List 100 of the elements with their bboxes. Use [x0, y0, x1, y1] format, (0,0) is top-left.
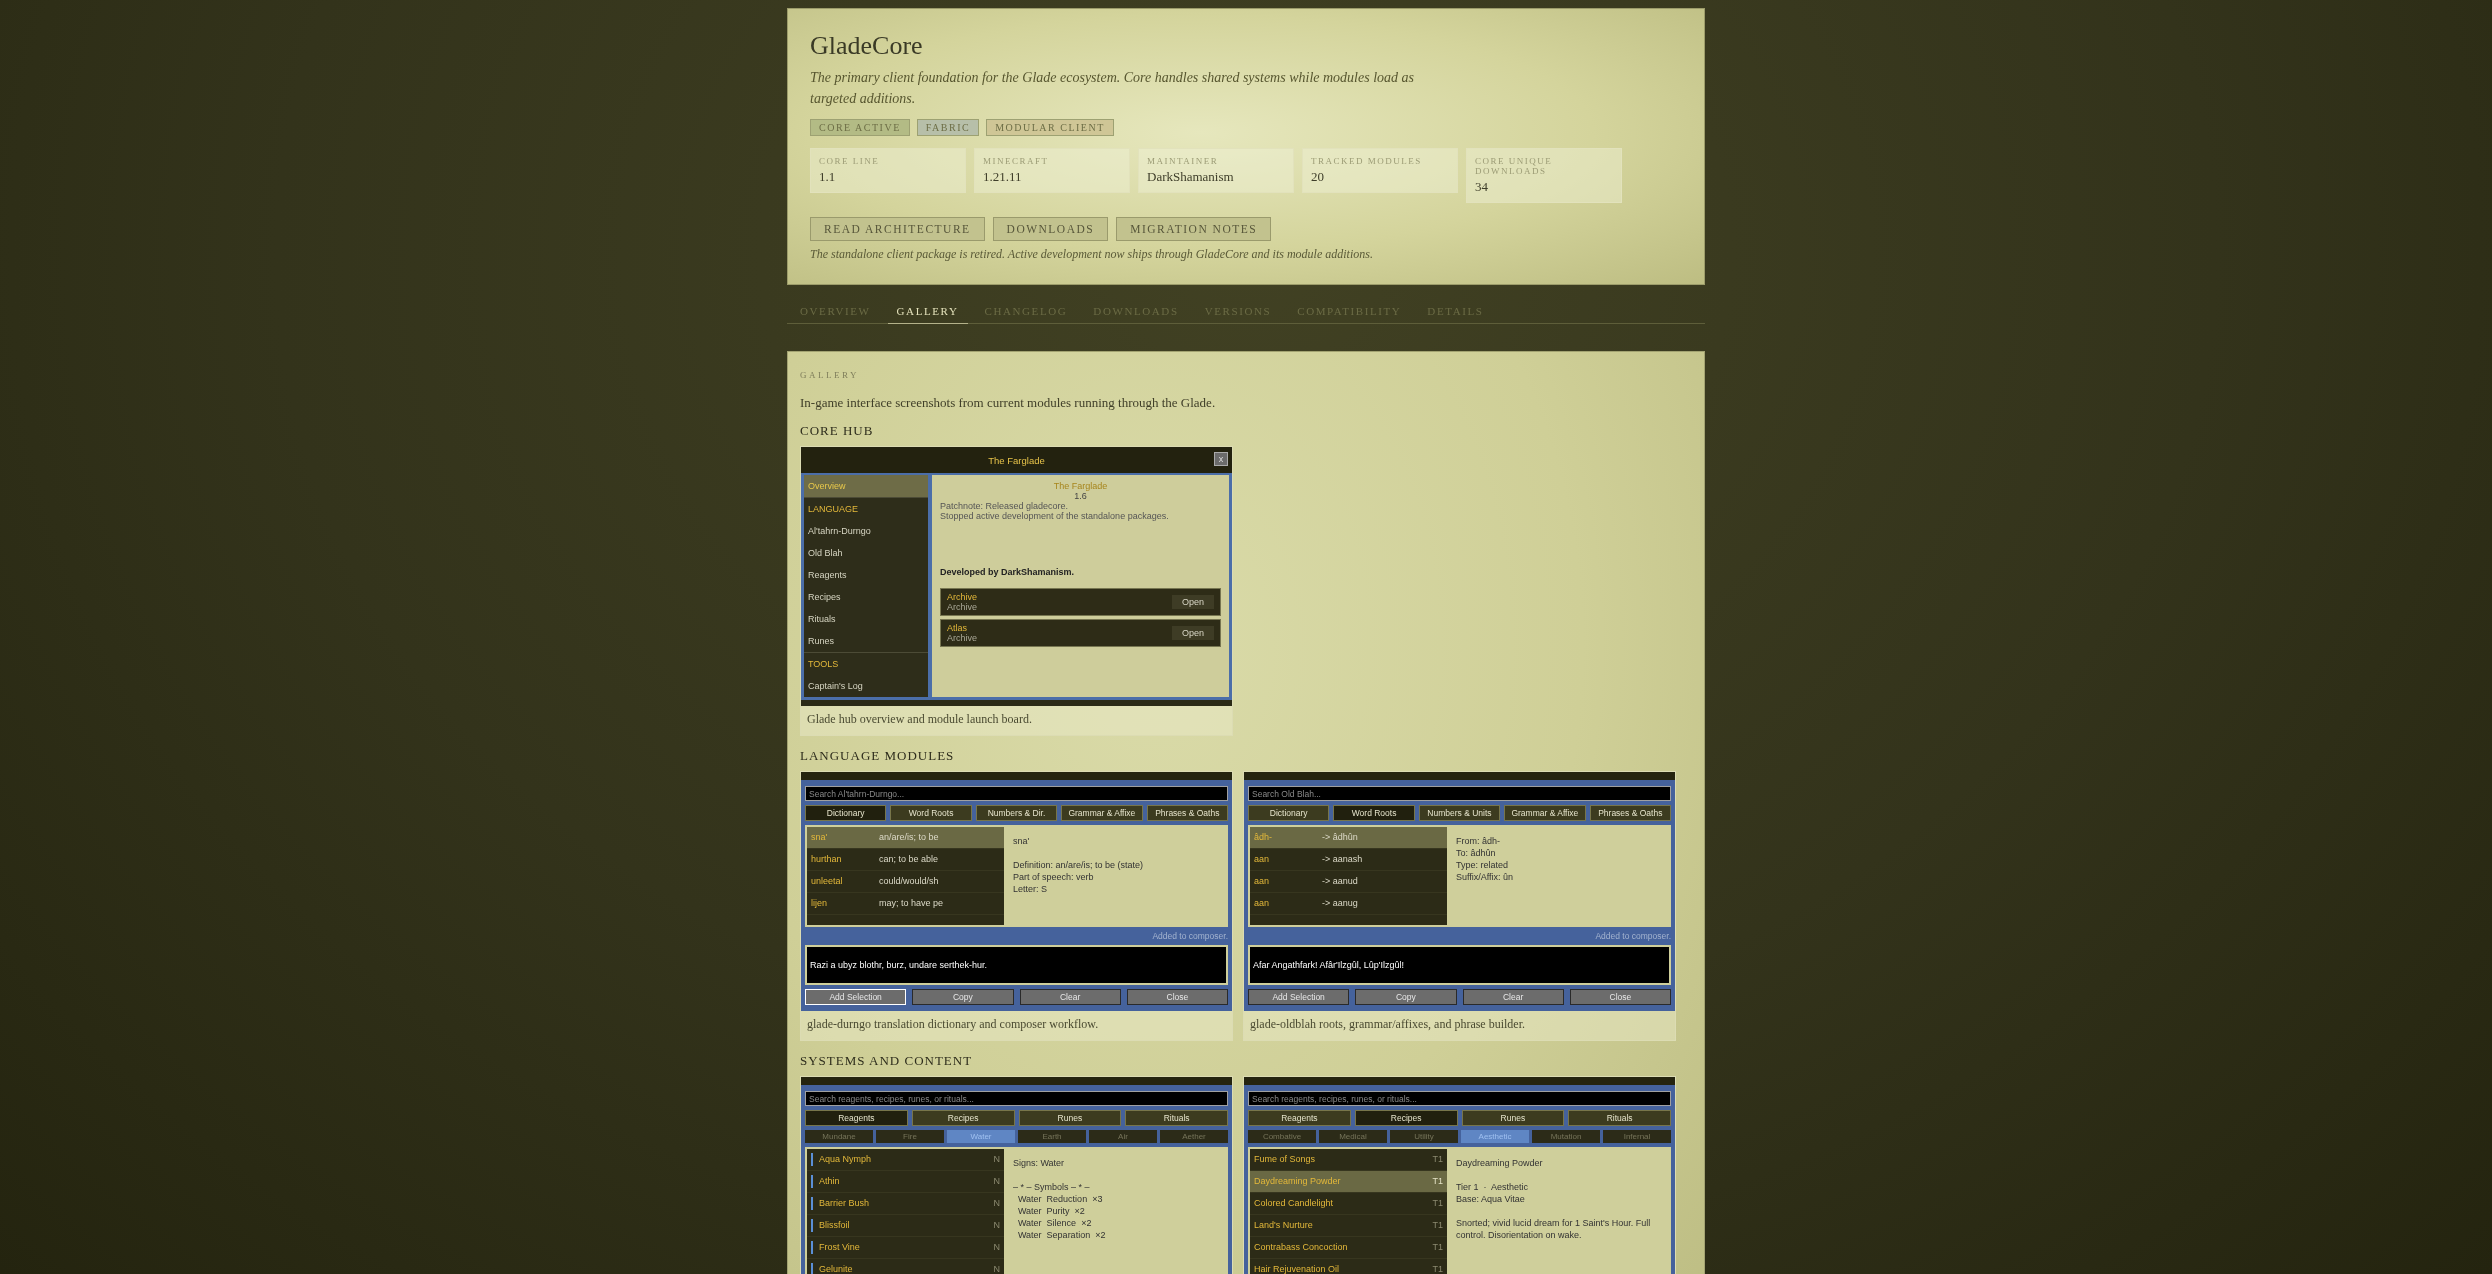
- gallery-intro: In-game interface screenshots from current modules running through the Glade.: [800, 395, 1217, 411]
- open-button[interactable]: Open: [1171, 626, 1214, 640]
- word-row[interactable]: unleetal could/would/sh: [807, 871, 1004, 893]
- entry-row[interactable]: Land's Nurture T1: [1250, 1215, 1447, 1237]
- entry-name: Athin: [819, 1175, 841, 1188]
- word-row[interactable]: aan -> aanash: [1250, 849, 1447, 871]
- nav-tab[interactable]: GALLERY: [887, 299, 968, 324]
- detail-line: Snorted; vivid lucid dream for 1 Saint's Hour. Full control. Disorientation on wake.: [1455, 1217, 1652, 1241]
- category-tab[interactable]: Rituals: [1568, 1110, 1671, 1126]
- stat-label: CORE LINE: [819, 156, 881, 166]
- window-dismiss-button[interactable]: x: [1214, 452, 1228, 466]
- entry-name: Land's Nurture: [1254, 1219, 1314, 1232]
- game-button[interactable]: Clear: [1019, 989, 1121, 1005]
- patch-note: Stopped active development of the standalone packages.: [940, 511, 1170, 521]
- sidebar-item[interactable]: Al'tahrn-Durngo: [804, 520, 928, 542]
- entry-tag: T1: [1432, 1175, 1443, 1188]
- detail-line: Suffix/Affix: ûn: [1455, 871, 1515, 883]
- word-gloss: -> aanash: [1322, 853, 1363, 866]
- game-button[interactable]: Close: [1126, 989, 1228, 1005]
- word-gloss: -> aanug: [1322, 897, 1358, 910]
- action-button[interactable]: DOWNLOADS: [992, 217, 1109, 241]
- word-gloss: -> âdhûn: [1322, 831, 1358, 844]
- category-tab[interactable]: Grammar & Affixe: [1504, 805, 1586, 821]
- sidebar-item[interactable]: Reagents: [804, 564, 928, 586]
- entry-row[interactable]: Frost Vine N: [807, 1237, 1004, 1259]
- module-subtitle: Archive: [947, 602, 977, 612]
- game-button[interactable]: Add Selection: [1248, 989, 1350, 1005]
- sidebar-header: TOOLS: [804, 652, 928, 675]
- entry-row[interactable]: Colored Candlelight T1: [1250, 1193, 1447, 1215]
- action-button[interactable]: MIGRATION NOTES: [1116, 217, 1272, 241]
- word-row[interactable]: sna' an/are/is; to be: [807, 827, 1004, 849]
- search-field[interactable]: Search Old Blah...: [1248, 786, 1671, 801]
- entry-row[interactable]: Gelunite N: [807, 1259, 1004, 1274]
- open-button[interactable]: Open: [1171, 595, 1214, 609]
- category-tab[interactable]: Dictionary: [1248, 805, 1330, 821]
- project-title: GladeCore: [810, 31, 924, 61]
- entry-row[interactable]: Athin N: [807, 1171, 1004, 1193]
- search-field[interactable]: Search reagents, recipes, runes, or rituals...: [1248, 1091, 1671, 1106]
- entry-tag: N: [993, 1197, 1000, 1210]
- detail-line: Water Silence ×2: [1016, 1217, 1093, 1229]
- category-tab[interactable]: Word Roots: [890, 805, 972, 821]
- entry-name: Colored Candlelight: [1254, 1197, 1335, 1210]
- category-tab[interactable]: Runes: [1461, 1110, 1565, 1126]
- category-tab[interactable]: Numbers & Dir.: [975, 805, 1058, 821]
- search-field[interactable]: Search reagents, recipes, runes, or rituals...: [805, 1091, 1228, 1106]
- entry-row[interactable]: Blissfoil N: [807, 1215, 1004, 1237]
- entry-row[interactable]: Hair Rejuvenation Oil T1: [1250, 1259, 1447, 1274]
- module-title: Archive: [947, 592, 977, 602]
- screenshot-caption: glade-oldblah roots, grammar/affixes, and phrase builder.: [1249, 1016, 1527, 1033]
- action-button[interactable]: READ ARCHITECTURE: [810, 217, 985, 241]
- sidebar-item[interactable]: Captain's Log: [804, 675, 928, 697]
- detail-line: Base: Aqua Vitae: [1455, 1193, 1526, 1205]
- version-label: 1.6: [1073, 491, 1088, 501]
- category-tab[interactable]: Reagents: [1248, 1110, 1351, 1126]
- word-row[interactable]: lijen may; to have pe: [807, 893, 1004, 915]
- game-button[interactable]: Copy: [1355, 989, 1457, 1005]
- category-tab[interactable]: Phrases & Oaths: [1589, 805, 1671, 821]
- entry-tag: T1: [1432, 1197, 1443, 1210]
- category-tab[interactable]: Dictionary: [805, 805, 887, 821]
- entry-row[interactable]: Daydreaming Powder T1: [1250, 1171, 1447, 1193]
- category-tab[interactable]: Numbers & Units: [1418, 805, 1501, 821]
- word-term: lijen: [811, 897, 828, 910]
- game-button[interactable]: Close: [1569, 989, 1671, 1005]
- sidebar-item[interactable]: Recipes: [804, 586, 928, 608]
- sidebar-item[interactable]: Runes: [804, 630, 928, 652]
- category-tab[interactable]: Rituals: [1125, 1110, 1228, 1126]
- category-tab[interactable]: Word Roots: [1333, 805, 1415, 821]
- word-row[interactable]: aan -> aanug: [1250, 893, 1447, 915]
- entry-row[interactable]: Aqua Nymph N: [807, 1149, 1004, 1171]
- category-tab[interactable]: Phrases & Oaths: [1146, 805, 1228, 821]
- word-row[interactable]: âdh- -> âdhûn: [1250, 827, 1447, 849]
- composer-field[interactable]: Razi a ubyz blothr, burz, undare serthek-hur.: [805, 945, 1228, 985]
- word-row[interactable]: hurthan can; to be able: [807, 849, 1004, 871]
- category-tab[interactable]: Recipes: [1354, 1110, 1458, 1126]
- entry-tag: N: [993, 1219, 1000, 1232]
- category-tab[interactable]: Reagents: [805, 1110, 908, 1126]
- word-row[interactable]: aan -> aanud: [1250, 871, 1447, 893]
- screenshot-caption: Glade hub overview and module launch board.: [806, 711, 1033, 728]
- word-term: âdh-: [1254, 831, 1273, 844]
- entry-tag: N: [993, 1263, 1000, 1274]
- sidebar-item[interactable]: Rituals: [804, 608, 928, 630]
- entry-row[interactable]: Contrabass Concoction T1: [1250, 1237, 1447, 1259]
- game-button[interactable]: Clear: [1462, 989, 1564, 1005]
- detail-line: Definition: an/are/is; to be (state): [1012, 859, 1144, 871]
- word-gloss: -> aanud: [1322, 875, 1358, 888]
- module-subtitle: Archive: [947, 633, 977, 643]
- entry-name: Fume of Songs: [1254, 1153, 1317, 1166]
- game-button[interactable]: Copy: [912, 989, 1014, 1005]
- sidebar-item[interactable]: Old Blah: [804, 542, 928, 564]
- detail-line: Tier 1 · Aesthetic: [1455, 1181, 1530, 1193]
- game-button[interactable]: Add Selection: [805, 989, 907, 1005]
- category-tab[interactable]: Recipes: [911, 1110, 1015, 1126]
- credit-text: Developed by DarkShamanism.: [940, 567, 1076, 577]
- detail-line: Water Separation ×2: [1016, 1229, 1107, 1241]
- composer-field[interactable]: Afar Angathfark! Afâr'Ilzgûl, Lûp'Ilzgûl!: [1248, 945, 1671, 985]
- entry-name: Frost Vine: [819, 1241, 861, 1254]
- search-field[interactable]: Search Al'tahrn-Durngo...: [805, 786, 1228, 801]
- entry-row[interactable]: Barrier Bush N: [807, 1193, 1004, 1215]
- category-tab[interactable]: Runes: [1018, 1110, 1122, 1126]
- category-tab[interactable]: Grammar & Affixe: [1061, 805, 1143, 821]
